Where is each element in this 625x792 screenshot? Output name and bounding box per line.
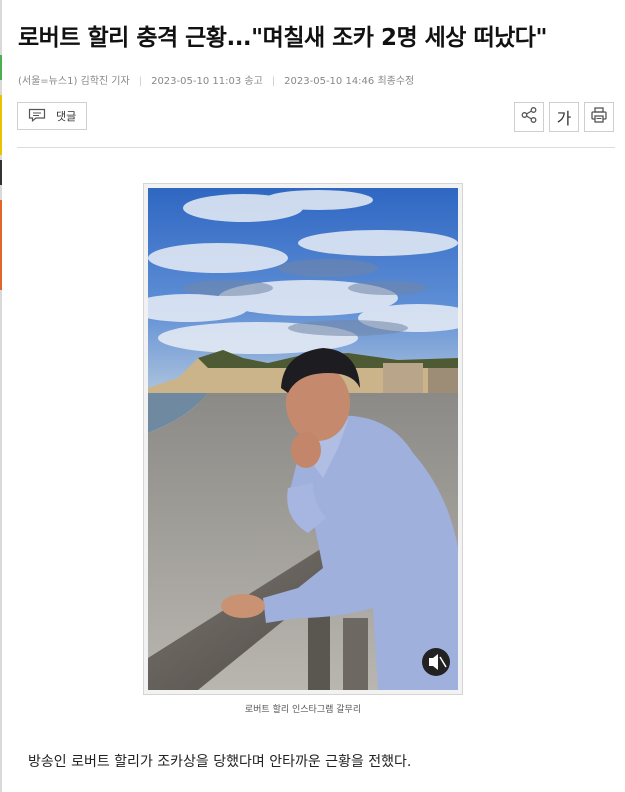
edge-color-segment <box>0 55 2 80</box>
comment-label: 댓글 <box>56 110 77 123</box>
header-divider <box>17 147 615 148</box>
article-meta: (서울=뉴스1) 김학진 기자 | 2023-05-10 11:03 송고 | 2023… <box>18 72 414 87</box>
byline: (서울=뉴스1) 김학진 기자 <box>18 76 130 87</box>
edge-color-segment <box>0 200 2 290</box>
left-edge-strip <box>0 0 2 792</box>
edge-color-segment <box>0 160 2 185</box>
font-size-button[interactable]: 가 <box>549 102 579 132</box>
print-button[interactable] <box>584 102 614 132</box>
article-photo-frame <box>143 183 463 695</box>
article-title: 로버트 할리 충격 근황..."며칠새 조카 2명 세상 떠났다" <box>18 25 547 51</box>
article-photo[interactable] <box>148 188 458 690</box>
meta-separator: | <box>138 76 143 87</box>
meta-separator: | <box>271 76 276 87</box>
mute-icon <box>422 648 450 676</box>
comment-button[interactable]: 댓글 <box>17 102 87 130</box>
print-icon <box>590 106 608 128</box>
lead-paragraph: 방송인 로버트 할리가 조카상을 당했다며 안타까운 근황을 전했다. <box>28 754 412 770</box>
published-time: 2023-05-10 11:03 송고 <box>151 76 263 87</box>
image-caption: 로버트 할리 인스타그램 갈무리 <box>244 705 362 715</box>
updated-time: 2023-05-10 14:46 최종수정 <box>284 76 415 87</box>
share-icon <box>520 106 538 128</box>
share-button[interactable] <box>514 102 544 132</box>
edge-color-segment <box>0 95 2 155</box>
comment-icon <box>28 107 46 126</box>
font-size-icon: 가 <box>556 109 572 128</box>
